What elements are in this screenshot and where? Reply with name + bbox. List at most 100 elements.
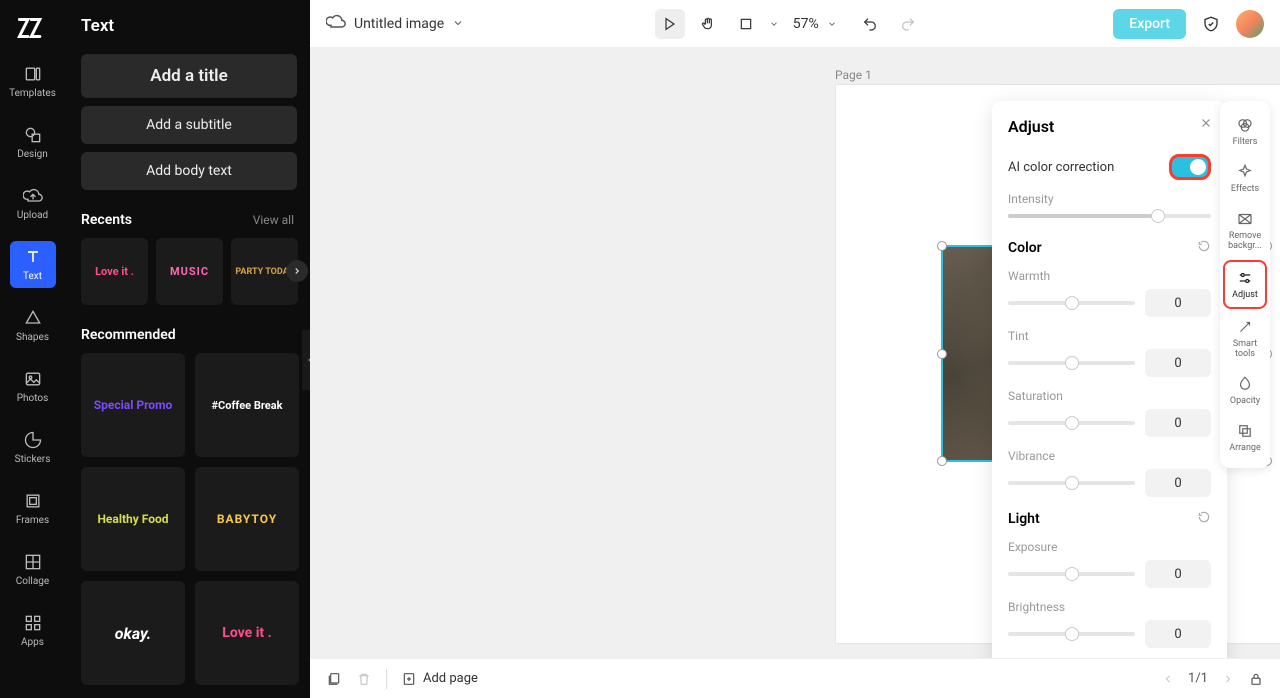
redo-button[interactable] bbox=[893, 9, 923, 39]
nav-label: Shapes bbox=[16, 332, 49, 343]
delete-button[interactable] bbox=[356, 671, 372, 687]
vibrance-label: Vibrance bbox=[1008, 449, 1211, 463]
vibrance-value[interactable]: 0 bbox=[1145, 469, 1211, 497]
nav-photos[interactable]: Photos bbox=[10, 363, 56, 410]
nav-label: Upload bbox=[17, 210, 48, 221]
reset-color-button[interactable] bbox=[1197, 238, 1211, 257]
add-page-button[interactable]: Add page bbox=[401, 671, 478, 687]
recents-heading: Recents bbox=[81, 212, 132, 228]
next-page-button[interactable] bbox=[1222, 673, 1234, 685]
nav-rail: Templates Design Upload Text Shapes Phot… bbox=[0, 0, 65, 698]
nav-label: Frames bbox=[16, 515, 49, 526]
exposure-label: Exposure bbox=[1008, 540, 1211, 554]
arrange-button[interactable]: Arrange bbox=[1220, 415, 1270, 460]
divider bbox=[386, 669, 387, 689]
resize-handle-tl[interactable] bbox=[937, 241, 947, 251]
warmth-value[interactable]: 0 bbox=[1145, 289, 1211, 317]
zoom-dropdown-icon[interactable] bbox=[827, 14, 837, 33]
smart-tools-button[interactable]: Smart tools bbox=[1220, 311, 1270, 366]
document-title[interactable]: Untitled image bbox=[354, 16, 444, 32]
export-button[interactable]: Export bbox=[1113, 9, 1186, 39]
warmth-slider[interactable] bbox=[1008, 301, 1135, 305]
filters-button[interactable]: Filters bbox=[1220, 109, 1270, 154]
nav-label: Templates bbox=[9, 88, 56, 99]
add-title-button[interactable]: Add a title bbox=[81, 54, 297, 98]
app-logo[interactable] bbox=[12, 12, 54, 44]
shield-icon[interactable] bbox=[1196, 9, 1226, 39]
nav-label: Text bbox=[23, 271, 42, 282]
recommended-item[interactable]: #Coffee Break bbox=[195, 353, 299, 457]
bottombar: Add page 1/1 bbox=[310, 658, 1280, 698]
effects-button[interactable]: Effects bbox=[1220, 156, 1270, 201]
lock-button[interactable] bbox=[1248, 671, 1264, 687]
intensity-label: Intensity bbox=[1008, 192, 1211, 206]
exposure-slider[interactable] bbox=[1008, 572, 1135, 576]
nav-apps[interactable]: Apps bbox=[10, 607, 56, 654]
play-cursor-button[interactable] bbox=[655, 9, 685, 39]
adjust-panel: Adjust AI color correction Intensity Col… bbox=[992, 101, 1227, 658]
resize-handle-bl[interactable] bbox=[937, 456, 947, 466]
nav-text[interactable]: Text bbox=[10, 241, 56, 288]
recommended-heading: Recommended bbox=[81, 327, 176, 343]
recommended-item[interactable]: okay. bbox=[81, 581, 185, 685]
recents-row: Love it . MUSIC PARTY TODAY bbox=[81, 238, 302, 305]
adjust-button[interactable]: Adjust bbox=[1223, 260, 1267, 309]
text-side-panel: Text Add a title Add a subtitle Add body… bbox=[65, 0, 310, 698]
recommended-item[interactable]: Healthy Food bbox=[81, 467, 185, 571]
tint-slider[interactable] bbox=[1008, 361, 1135, 365]
saturation-slider[interactable] bbox=[1008, 421, 1135, 425]
nav-collage[interactable]: Collage bbox=[10, 546, 56, 593]
tint-value[interactable]: 0 bbox=[1145, 349, 1211, 377]
add-subtitle-button[interactable]: Add a subtitle bbox=[81, 106, 297, 144]
nav-stickers[interactable]: Stickers bbox=[10, 424, 56, 471]
nav-label: Design bbox=[17, 149, 48, 160]
adjust-panel-title: Adjust bbox=[1008, 117, 1211, 136]
prev-page-button[interactable] bbox=[1162, 673, 1174, 685]
color-section-title: Color bbox=[1008, 240, 1042, 256]
side-panel-heading: Text bbox=[81, 16, 302, 36]
brightness-slider[interactable] bbox=[1008, 632, 1135, 636]
nav-upload[interactable]: Upload bbox=[10, 180, 56, 227]
cloud-icon[interactable] bbox=[326, 12, 346, 36]
title-dropdown-icon[interactable] bbox=[452, 14, 464, 33]
nav-label: Photos bbox=[17, 393, 49, 404]
exposure-value[interactable]: 0 bbox=[1145, 560, 1211, 588]
saturation-value[interactable]: 0 bbox=[1145, 409, 1211, 437]
ai-color-label: AI color correction bbox=[1008, 160, 1114, 175]
zoom-level[interactable]: 57% bbox=[793, 16, 819, 32]
hand-tool-button[interactable] bbox=[693, 9, 723, 39]
recents-next-button[interactable] bbox=[286, 260, 308, 282]
pages-button[interactable] bbox=[326, 671, 342, 687]
collapse-panel-button[interactable] bbox=[302, 330, 310, 390]
crop-dropdown-icon[interactable] bbox=[769, 14, 779, 33]
nav-templates[interactable]: Templates bbox=[10, 58, 56, 105]
nav-shapes[interactable]: Shapes bbox=[10, 302, 56, 349]
reset-light-button[interactable] bbox=[1197, 509, 1211, 528]
crop-tool-button[interactable] bbox=[731, 9, 761, 39]
view-all-link[interactable]: View all bbox=[253, 213, 294, 227]
recommended-item[interactable]: BABYTOY bbox=[195, 467, 299, 571]
resize-handle-ml[interactable] bbox=[937, 349, 947, 359]
canvas[interactable]: Page 1 Adjust bbox=[310, 48, 1280, 658]
nav-frames[interactable]: Frames bbox=[10, 485, 56, 532]
recent-item[interactable]: MUSIC bbox=[156, 238, 223, 305]
tint-label: Tint bbox=[1008, 329, 1211, 343]
undo-button[interactable] bbox=[855, 9, 885, 39]
add-body-button[interactable]: Add body text bbox=[81, 152, 297, 190]
recommended-item[interactable]: Special Promo bbox=[81, 353, 185, 457]
recent-item[interactable]: Love it . bbox=[81, 238, 148, 305]
close-panel-button[interactable] bbox=[1199, 115, 1213, 134]
vibrance-slider[interactable] bbox=[1008, 481, 1135, 485]
user-avatar[interactable] bbox=[1236, 10, 1264, 38]
recommended-grid: Special Promo #Coffee Break Healthy Food… bbox=[81, 353, 302, 685]
saturation-label: Saturation bbox=[1008, 389, 1211, 403]
brightness-value[interactable]: 0 bbox=[1145, 620, 1211, 648]
intensity-slider[interactable] bbox=[1008, 214, 1211, 218]
recommended-item[interactable]: Love it . bbox=[195, 581, 299, 685]
ai-color-toggle[interactable] bbox=[1169, 154, 1211, 180]
nav-design[interactable]: Design bbox=[10, 119, 56, 166]
remove-background-button[interactable]: Remove backgr... bbox=[1220, 203, 1270, 258]
nav-label: Collage bbox=[16, 576, 49, 587]
opacity-button[interactable]: Opacity bbox=[1220, 368, 1270, 413]
warmth-label: Warmth bbox=[1008, 269, 1211, 283]
